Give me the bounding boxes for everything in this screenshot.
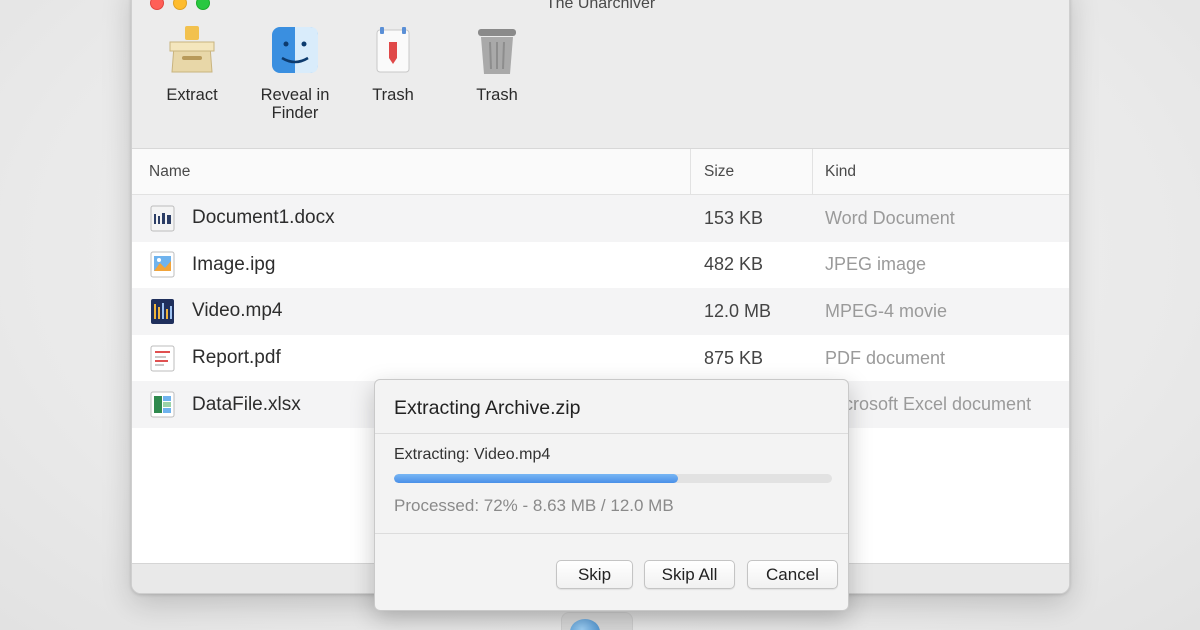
unarchiver-dock-icon[interactable] (570, 619, 600, 630)
file-kind: Word Document (825, 207, 955, 228)
table-row[interactable]: Document1.docx 153 KB Word Document (132, 195, 1069, 242)
dialog-title: Extracting Archive.zip (394, 397, 581, 419)
title-bar[interactable]: The Unarchiver (132, 0, 1069, 18)
reveal-in-finder-label: Reveal in Finder (260, 86, 330, 122)
file-kind: JPEG image (825, 254, 927, 275)
word-doc-icon (150, 205, 175, 232)
skip-button[interactable]: Skip (556, 560, 633, 589)
pdf-file-icon (150, 345, 175, 372)
table-row[interactable]: Video.mp4 12.0 MB MPEG-4 movie (132, 288, 1069, 335)
reveal-in-finder-button[interactable]: Reveal in Finder (245, 24, 345, 122)
finder-icon (268, 24, 322, 78)
dialog-divider (375, 433, 848, 434)
file-size: 482 KB (704, 254, 764, 275)
extract-button[interactable]: Extract (142, 24, 242, 104)
table-row[interactable]: Report.pdf 875 KB PDF document (132, 334, 1069, 382)
current-file-label: Extracting: Video.mp4 (394, 446, 551, 463)
file-name: Video.mp4 (192, 300, 283, 322)
trash-button[interactable]: Trash (343, 24, 443, 104)
dock (561, 612, 633, 630)
toolbar: Extract Reveal in Finder Trash Trash (132, 18, 1069, 149)
file-kind: PDF document (825, 347, 946, 368)
video-file-icon (150, 298, 175, 325)
trash-can-icon (470, 24, 524, 78)
column-header-size[interactable]: Size (690, 148, 812, 195)
cancel-button[interactable]: Cancel (747, 560, 838, 589)
file-name: DataFile.xlsx (192, 393, 301, 415)
extract-box-icon (165, 24, 219, 78)
extraction-progress-bar (394, 474, 832, 483)
file-size: 12.0 MB (704, 300, 772, 321)
extract-label: Extract (166, 86, 218, 104)
file-size: 875 KB (704, 347, 764, 368)
image-file-icon (150, 251, 175, 278)
file-name: Report.pdf (192, 347, 281, 369)
file-kind: Microsoft Excel document (825, 394, 1032, 415)
file-name: Document1.docx (192, 207, 335, 229)
processed-status: Processed: 72% - 8.63 MB / 12.0 MB (394, 496, 674, 515)
trash-marked-icon (366, 24, 420, 78)
skip-all-button[interactable]: Skip All (644, 560, 735, 589)
extraction-progress-dialog: Extracting Archive.zip Extracting: Video… (374, 379, 849, 611)
dialog-divider (375, 533, 848, 534)
file-name: Image.ipg (192, 253, 276, 275)
column-header-name[interactable]: Name (132, 163, 690, 181)
column-header-kind[interactable]: Kind (812, 148, 1069, 195)
file-kind: MPEG-4 movie (825, 300, 948, 321)
file-size: 153 KB (704, 207, 764, 228)
table-row[interactable]: Image.ipg 482 KB JPEG image (132, 241, 1069, 289)
progress-fill (394, 474, 678, 483)
trash-label: Trash (372, 86, 414, 104)
excel-file-icon (150, 391, 175, 418)
move-to-trash-button[interactable]: Trash (447, 24, 547, 104)
list-header: Name Size Kind (132, 148, 1069, 195)
move-to-trash-label: Trash (476, 86, 518, 104)
window-title: The Unarchiver (545, 0, 656, 12)
